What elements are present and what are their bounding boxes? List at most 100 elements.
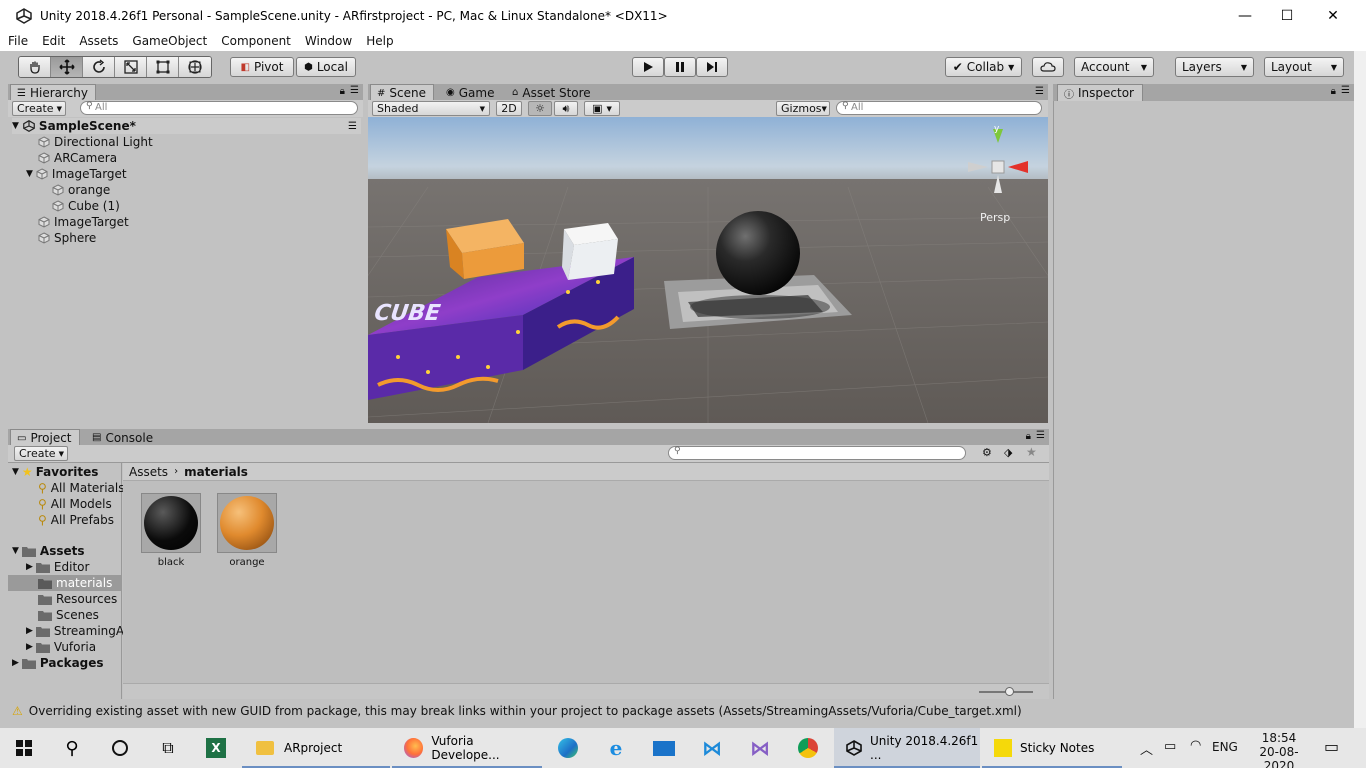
hierarchy-item[interactable]: ▼ ImageTarget bbox=[26, 166, 127, 182]
vscode-taskbar-button[interactable]: ⋈ bbox=[688, 728, 736, 768]
tab-asset-store[interactable]: ⌂ Asset Store bbox=[506, 84, 602, 101]
transform-tool-button[interactable] bbox=[179, 57, 211, 77]
play-button[interactable] bbox=[632, 57, 664, 77]
taskbar-item-unity[interactable]: Unity 2018.4.26f1 ... bbox=[834, 728, 980, 768]
local-toggle[interactable]: ⬢ Local bbox=[296, 57, 356, 77]
pivot-toggle[interactable]: ◧ Pivot bbox=[230, 57, 294, 77]
hierarchy-create-button[interactable]: Create ▼ bbox=[12, 101, 66, 116]
favorite-item[interactable]: ⚲ All Prefabs bbox=[38, 512, 114, 528]
taskbar-item-arproject[interactable]: ARproject bbox=[242, 728, 390, 768]
status-bar[interactable]: ⚠ Overriding existing asset with new GUI… bbox=[8, 700, 1354, 722]
menu-gameobject[interactable]: GameObject bbox=[132, 34, 207, 48]
lighting-toggle[interactable]: ☼ bbox=[528, 101, 552, 116]
filter-by-type-icon[interactable]: ⚙ bbox=[982, 446, 992, 459]
folder-item[interactable]: ▶ StreamingA bbox=[26, 623, 124, 639]
favorite-star-icon[interactable]: ★ bbox=[1026, 445, 1037, 459]
persp-label[interactable]: Persp bbox=[980, 211, 1010, 224]
wifi-icon[interactable]: ◠ bbox=[1190, 738, 1201, 753]
search-button[interactable]: ⚲ bbox=[48, 728, 96, 768]
scale-tool-button[interactable] bbox=[115, 57, 147, 77]
lock-icon[interactable]: 🔒︎ bbox=[1026, 431, 1031, 442]
step-button[interactable] bbox=[696, 57, 728, 77]
mail-taskbar-button[interactable] bbox=[640, 728, 688, 768]
minimize-button[interactable]: — bbox=[1222, 0, 1268, 31]
audio-toggle[interactable]: 🔊︎ bbox=[554, 101, 578, 116]
filter-by-label-icon[interactable]: ⬗ bbox=[1004, 446, 1012, 459]
pause-button[interactable] bbox=[664, 57, 696, 77]
hierarchy-item[interactable]: Sphere bbox=[38, 230, 96, 246]
start-button[interactable] bbox=[0, 728, 48, 768]
menu-file[interactable]: File bbox=[8, 34, 28, 48]
menu-help[interactable]: Help bbox=[366, 34, 393, 48]
cloud-button[interactable] bbox=[1032, 57, 1064, 77]
folder-item-selected[interactable]: materials bbox=[8, 575, 121, 591]
hierarchy-search-input[interactable]: All bbox=[80, 101, 358, 115]
tab-inspector[interactable]: ⓘ Inspector bbox=[1057, 84, 1143, 101]
menu-window[interactable]: Window bbox=[305, 34, 352, 48]
account-dropdown[interactable]: Account ▼ bbox=[1074, 57, 1154, 77]
window-scrollbar[interactable] bbox=[1354, 51, 1366, 728]
row-menu-icon[interactable]: ☰ bbox=[348, 121, 357, 132]
slider-handle[interactable] bbox=[1005, 687, 1014, 696]
rotate-tool-button[interactable] bbox=[83, 57, 115, 77]
layout-dropdown[interactable]: Layout ▼ bbox=[1264, 57, 1344, 77]
folder-item[interactable]: ▶ Editor bbox=[26, 559, 89, 575]
2d-toggle[interactable]: 2D bbox=[496, 101, 522, 116]
scene-root-row[interactable]: ▼ SampleScene* ☰ bbox=[12, 118, 361, 134]
packages-row[interactable]: ▶ Packages bbox=[12, 655, 104, 671]
language-indicator[interactable]: ENG bbox=[1212, 740, 1238, 754]
tab-console[interactable]: ▤ Console bbox=[86, 429, 156, 446]
breadcrumb-assets[interactable]: Assets bbox=[129, 465, 168, 479]
chrome-taskbar-button[interactable] bbox=[784, 728, 832, 768]
hierarchy-item[interactable]: orange bbox=[52, 182, 110, 198]
tab-scene[interactable]: # Scene bbox=[370, 84, 434, 101]
panel-menu-icon[interactable]: ☰ bbox=[350, 85, 359, 96]
hierarchy-item[interactable]: ARCamera bbox=[38, 150, 117, 166]
material-tile-black[interactable] bbox=[141, 493, 201, 553]
rect-tool-button[interactable] bbox=[147, 57, 179, 77]
tab-game[interactable]: ◉ Game bbox=[440, 84, 500, 101]
project-create-button[interactable]: Create ▼ bbox=[14, 446, 68, 461]
lock-icon[interactable]: 🔒︎ bbox=[1331, 86, 1336, 97]
panel-menu-icon[interactable]: ☰ bbox=[1035, 86, 1044, 97]
assets-root-row[interactable]: ▼ Assets bbox=[12, 543, 85, 559]
hand-tool-button[interactable] bbox=[19, 57, 51, 77]
effects-dropdown[interactable]: ▣ ▼ bbox=[584, 101, 620, 116]
clock[interactable]: 18:54 20-08-2020 bbox=[1250, 731, 1308, 768]
panel-menu-icon[interactable]: ☰ bbox=[1341, 85, 1350, 96]
collab-button[interactable]: ✔ Collab ▼ bbox=[945, 57, 1022, 77]
favorite-item[interactable]: ⚲ All Models bbox=[38, 496, 112, 512]
taskbar-item-firefox[interactable]: Vuforia Develope... bbox=[392, 728, 542, 768]
layers-dropdown[interactable]: Layers ▼ bbox=[1175, 57, 1254, 77]
tab-project[interactable]: ▭ Project bbox=[10, 429, 80, 446]
ie-taskbar-button[interactable]: e bbox=[592, 728, 640, 768]
folder-item[interactable]: Scenes bbox=[38, 607, 99, 623]
menu-component[interactable]: Component bbox=[221, 34, 291, 48]
scene-viewport[interactable]: CUBE y Persp bbox=[368, 117, 1048, 423]
move-tool-button[interactable] bbox=[51, 57, 83, 77]
breadcrumb-materials[interactable]: materials bbox=[184, 465, 248, 479]
shading-mode-dropdown[interactable]: Shaded ▼ bbox=[372, 101, 490, 116]
hierarchy-item[interactable]: Directional Light bbox=[38, 134, 153, 150]
cortana-button[interactable] bbox=[96, 728, 144, 768]
edge-taskbar-button[interactable] bbox=[544, 728, 592, 768]
material-tile-orange[interactable] bbox=[217, 493, 277, 553]
panel-menu-icon[interactable]: ☰ bbox=[1036, 430, 1045, 441]
excel-taskbar-button[interactable]: X bbox=[192, 728, 240, 768]
network-icon[interactable]: ▭ bbox=[1164, 739, 1176, 754]
visual-studio-taskbar-button[interactable]: ⋈ bbox=[736, 728, 784, 768]
close-button[interactable]: ✕ bbox=[1310, 0, 1356, 31]
folder-item[interactable]: ▶ Vuforia bbox=[26, 639, 96, 655]
taskbar-item-sticky-notes[interactable]: Sticky Notes bbox=[982, 728, 1122, 768]
favorite-item[interactable]: ⚲ All Materials bbox=[38, 480, 125, 496]
project-search-input[interactable] bbox=[668, 446, 966, 460]
lock-icon[interactable]: 🔒︎ bbox=[340, 86, 345, 97]
hierarchy-item[interactable]: Cube (1) bbox=[52, 198, 120, 214]
favorites-row[interactable]: ▼ ★ Favorites bbox=[12, 464, 98, 480]
menu-edit[interactable]: Edit bbox=[42, 34, 65, 48]
expand-arrow-icon[interactable]: ▼ bbox=[26, 169, 33, 179]
task-view-button[interactable]: ⧉ bbox=[144, 728, 192, 768]
notifications-icon[interactable]: ▭ bbox=[1324, 737, 1339, 756]
maximize-button[interactable]: ☐ bbox=[1264, 0, 1310, 31]
hierarchy-item[interactable]: ImageTarget bbox=[38, 214, 129, 230]
